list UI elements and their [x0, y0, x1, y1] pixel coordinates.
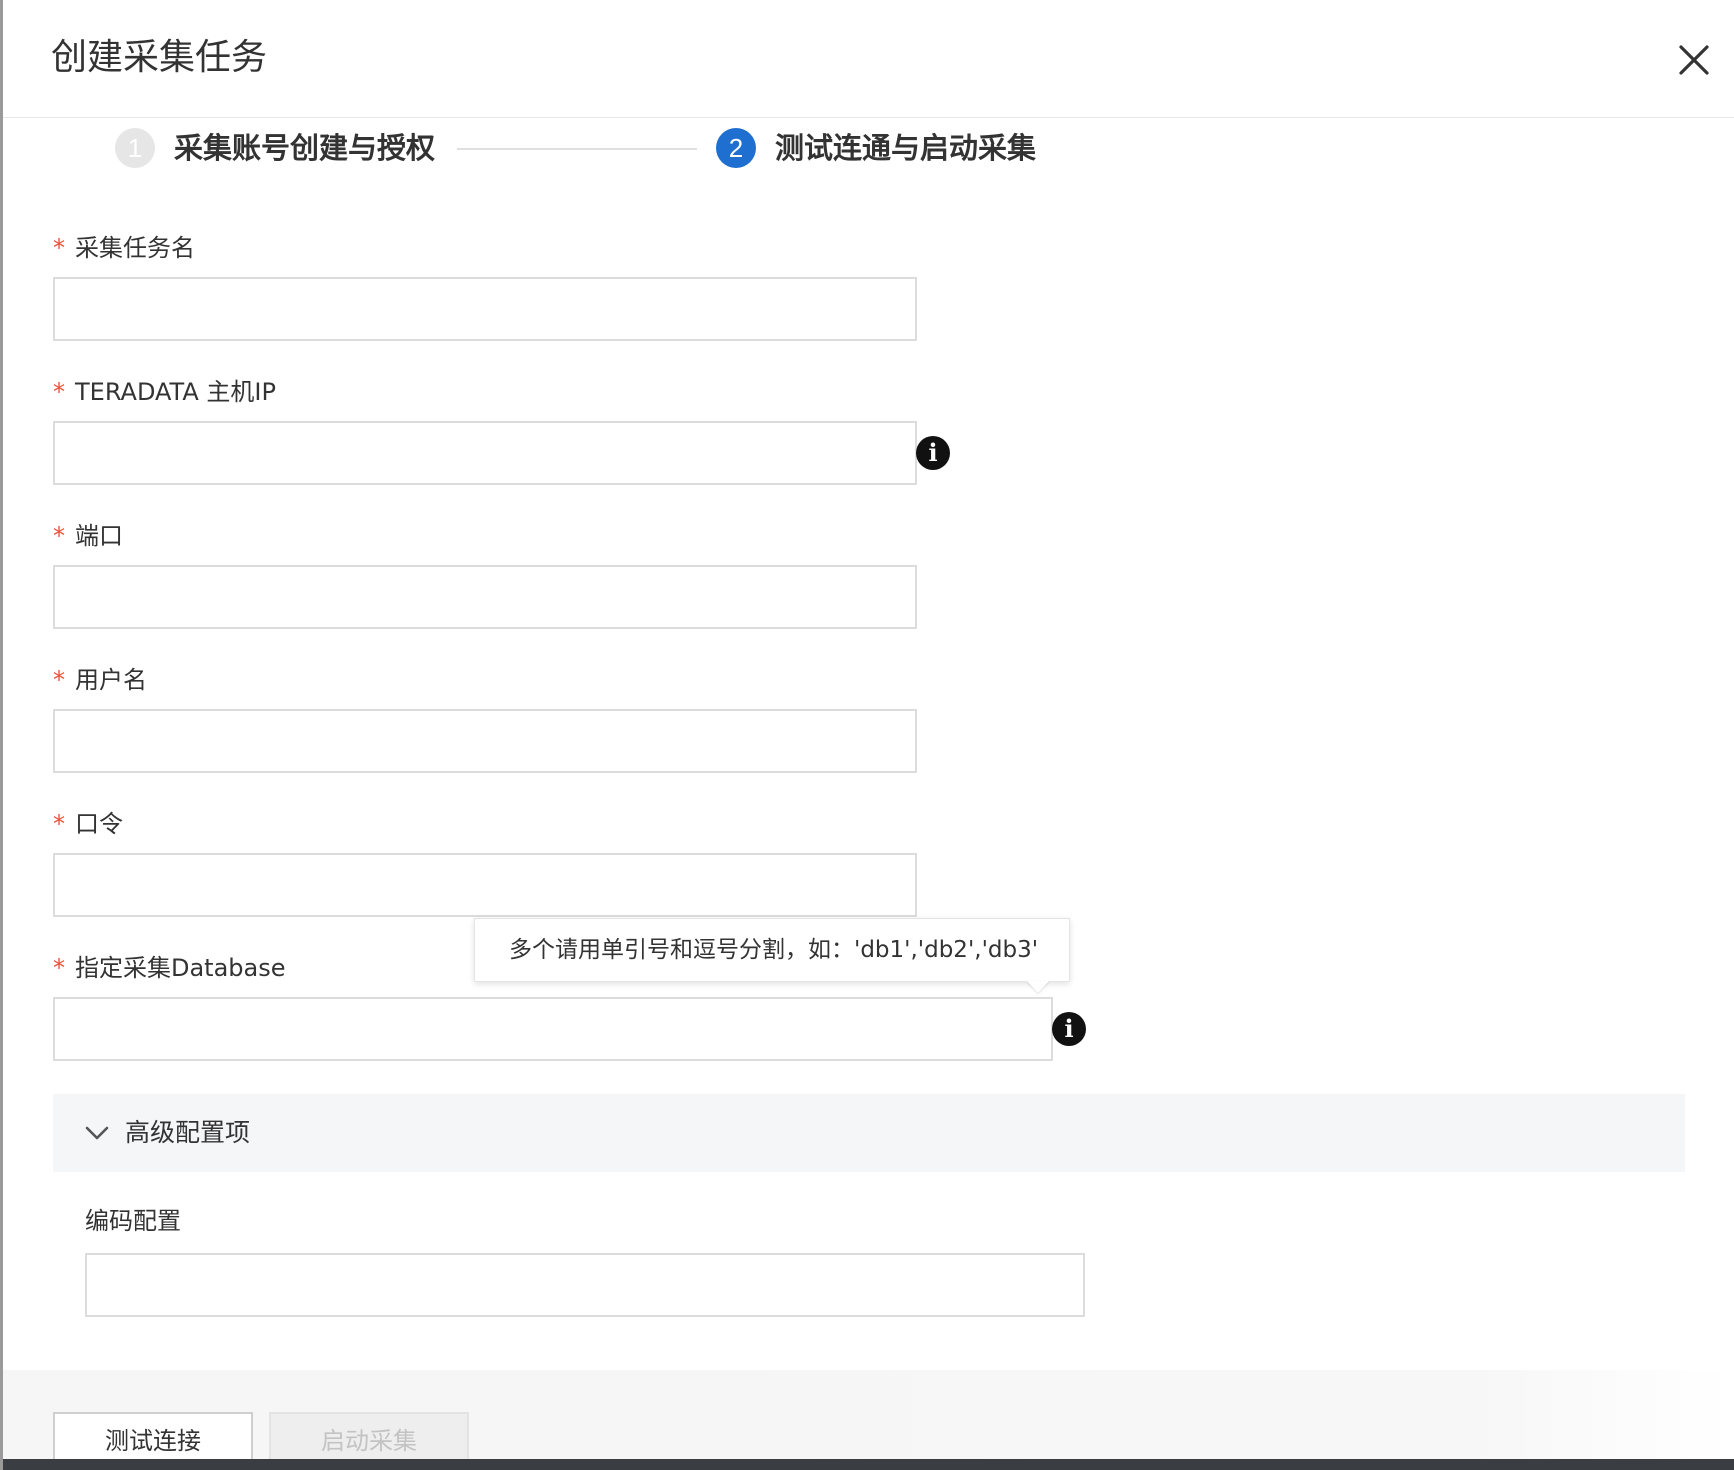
- required-mark: *: [53, 378, 65, 406]
- chevron-down-icon: [85, 1126, 109, 1140]
- database-input[interactable]: [53, 997, 1053, 1061]
- task-name-input[interactable]: [53, 277, 917, 341]
- database-label: * 指定采集Database: [53, 954, 286, 982]
- required-mark: *: [53, 954, 65, 982]
- advanced-config-label: 高级配置项: [125, 1118, 251, 1147]
- username-input[interactable]: [53, 709, 917, 773]
- close-button[interactable]: [1672, 38, 1716, 82]
- close-icon: [1679, 45, 1709, 75]
- info-icon[interactable]: i: [916, 436, 950, 470]
- host-ip-input[interactable]: [53, 421, 917, 485]
- dialog-header: 创建采集任务: [3, 0, 1734, 118]
- step-2-number: 2: [716, 128, 756, 168]
- advanced-config-toggle[interactable]: 高级配置项: [53, 1094, 1685, 1172]
- step-2-label: 测试连通与启动采集: [775, 131, 1037, 165]
- database-tooltip: 多个请用单引号和逗号分割，如：'db1','db2','db3': [474, 918, 1070, 982]
- port-label: * 端口: [53, 522, 123, 550]
- tooltip-arrow: [1027, 981, 1049, 993]
- task-name-label: * 采集任务名: [53, 234, 195, 262]
- encoding-label: 编码配置: [85, 1207, 181, 1235]
- host-ip-label: * TERADATA 主机IP: [53, 378, 276, 406]
- required-mark: *: [53, 666, 65, 694]
- info-icon[interactable]: i: [1052, 1012, 1086, 1046]
- username-label: * 用户名: [53, 666, 147, 694]
- required-mark: *: [53, 522, 65, 550]
- step-connector: [457, 148, 697, 150]
- footer: [3, 1370, 1734, 1462]
- password-label: * 口令: [53, 810, 123, 838]
- step-1-number: 1: [115, 128, 155, 168]
- bottom-edge: [3, 1459, 1734, 1470]
- dialog-title: 创建采集任务: [51, 37, 268, 78]
- required-mark: *: [53, 810, 65, 838]
- required-mark: *: [53, 234, 65, 262]
- steps-indicator: 1 采集账号创建与授权 2 测试连通与启动采集: [3, 118, 1734, 180]
- create-collection-task-dialog: 创建采集任务 1 采集账号创建与授权 2 测试连通与启动采集 * 采集任务名 * T…: [0, 0, 1734, 1470]
- port-input[interactable]: [53, 565, 917, 629]
- encoding-input[interactable]: [85, 1253, 1085, 1317]
- step-1-label: 采集账号创建与授权: [174, 131, 436, 165]
- password-input[interactable]: [53, 853, 917, 917]
